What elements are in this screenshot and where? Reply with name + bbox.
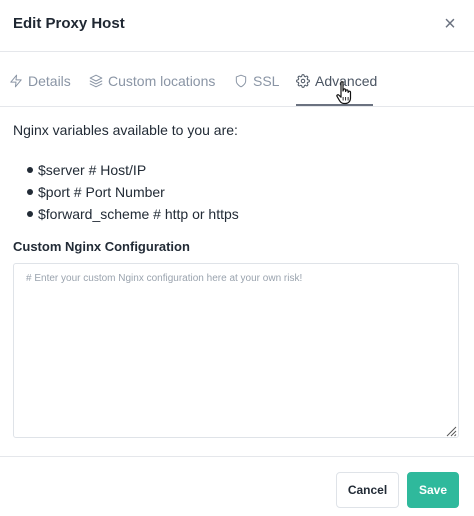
- gear-icon: [296, 74, 310, 88]
- tab-custom-locations[interactable]: Custom locations: [89, 71, 215, 91]
- save-button[interactable]: Save: [407, 472, 459, 508]
- zap-icon: [10, 74, 22, 88]
- variable-item: $port # Port Number: [27, 181, 239, 203]
- modal-title: Edit Proxy Host: [13, 15, 125, 32]
- tab-details[interactable]: Details: [9, 71, 71, 91]
- variables-list: $server # Host/IP $port # Port Number $f…: [27, 159, 239, 225]
- layers-icon: [89, 74, 103, 88]
- hand-pointer-cursor-icon: [336, 81, 352, 105]
- tab-ssl[interactable]: SSL: [234, 71, 279, 91]
- config-label: Custom Nginx Configuration: [13, 239, 190, 254]
- modal-header: Edit Proxy Host ×: [0, 0, 474, 52]
- variable-item: $forward_scheme # http or https: [27, 203, 239, 225]
- edit-proxy-host-modal: Edit Proxy Host × Details Custom locatio…: [0, 0, 474, 515]
- tab-details-label: Details: [28, 73, 71, 89]
- close-icon[interactable]: ×: [440, 13, 460, 35]
- variable-item: $server # Host/IP: [27, 159, 239, 181]
- resize-grip-icon[interactable]: [445, 425, 457, 437]
- tab-ssl-label: SSL: [253, 73, 280, 89]
- shield-icon: [235, 74, 247, 88]
- tab-custom-locations-label: Custom locations: [108, 73, 216, 89]
- cancel-button[interactable]: Cancel: [336, 472, 399, 508]
- tab-bar: Details Custom locations SSL Advanced: [0, 52, 474, 107]
- modal-footer: Cancel Save: [0, 456, 474, 516]
- custom-nginx-config-textarea[interactable]: [13, 263, 459, 438]
- variables-intro: Nginx variables available to you are:: [13, 122, 238, 138]
